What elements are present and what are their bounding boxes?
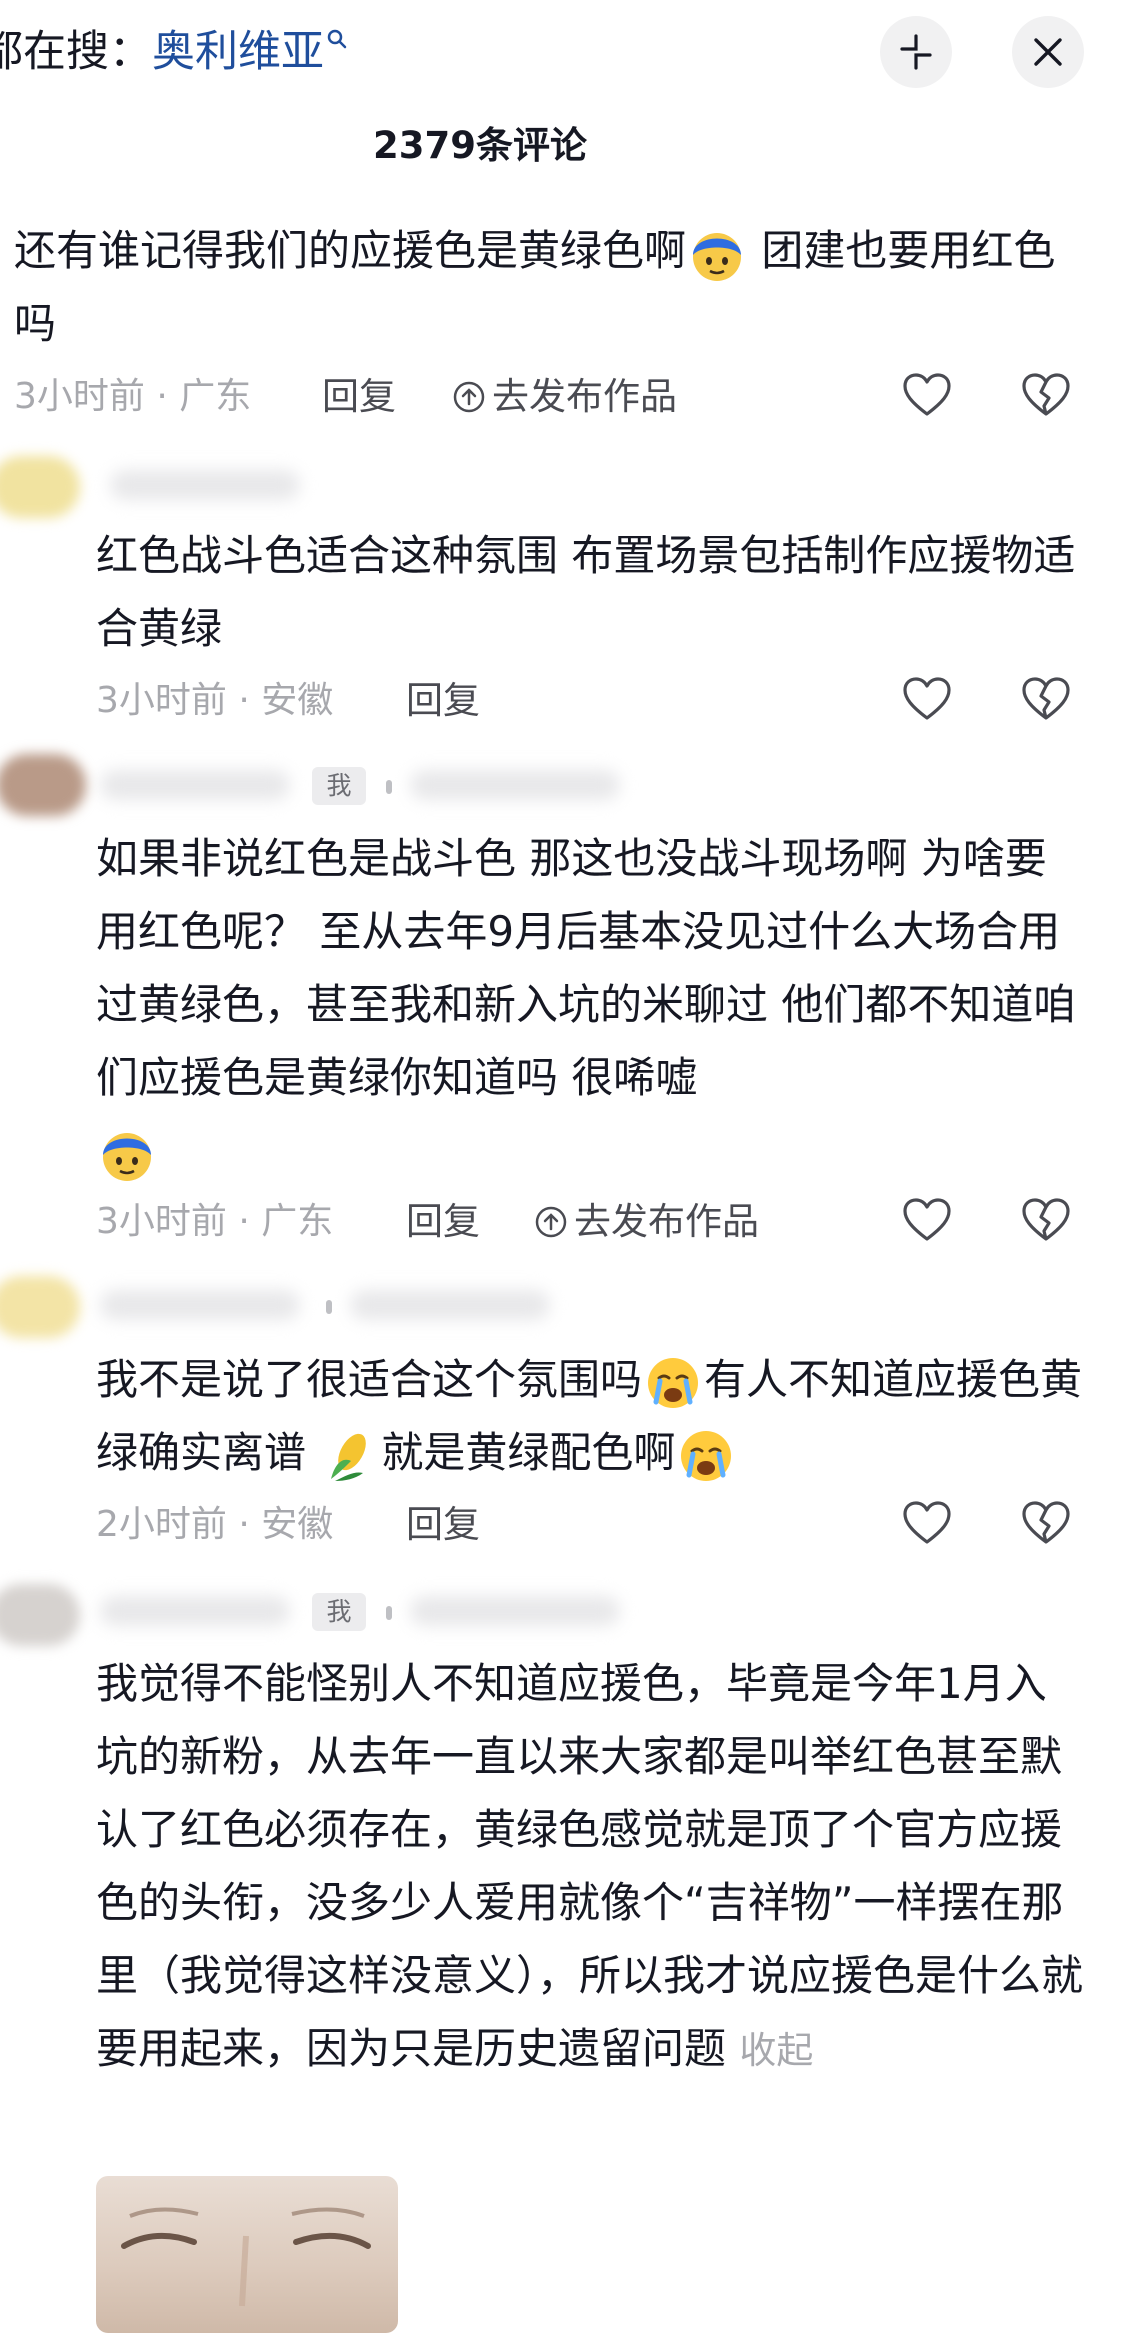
avatar[interactable] [0, 1276, 80, 1338]
comment-text[interactable]: 我觉得不能怪别人不知道应援色，毕竟是今年1月入坑的新粉，从去年一直以来大家都是叫… [96, 1647, 1086, 2087]
magnifier-icon [327, 29, 347, 49]
heart-outline-icon[interactable] [902, 1500, 952, 1546]
reply-arrow-icon [386, 780, 392, 794]
comment-time-location: 2小时前 · 安徽 [96, 1504, 334, 1545]
publish-label: 去发布作品 [574, 1200, 759, 1243]
author-name[interactable] [100, 770, 290, 800]
avatar[interactable] [0, 1584, 80, 1646]
author-name[interactable] [110, 470, 300, 500]
comment-text[interactable]: 红色战斗色适合这种氛围 布置场景包括制作应援物适合黄绿 [96, 519, 1086, 665]
reply-button[interactable]: 回复 [406, 676, 480, 726]
me-badge: 我 [312, 767, 366, 805]
top-bar: 都在搜：奥利维亚 [0, 0, 1121, 100]
heart-outline-icon[interactable] [902, 676, 952, 722]
corn-emoji [331, 1433, 367, 1481]
author-name[interactable] [100, 1290, 300, 1320]
collapse-button[interactable] [880, 16, 952, 88]
reply-button[interactable]: 回复 [406, 1197, 480, 1247]
broken-heart-icon[interactable] [1021, 372, 1071, 418]
comment-time-location: 3小时前 · 广东 [96, 1201, 334, 1242]
comment-text-part: 我觉得不能怪别人不知道应援色，毕竟是今年1月入坑的新粉，从去年一直以来大家都是叫… [96, 1659, 1084, 2073]
up-arrow-circle-icon [535, 1206, 567, 1238]
up-arrow-circle-icon [453, 381, 485, 413]
comment-count-title: 2379条评论 [373, 124, 587, 167]
comment-text-part: 我不是说了很适合这个氛围吗 [96, 1355, 643, 1404]
comment-text-part: 就是黄绿配色啊 [381, 1428, 676, 1477]
blue-hair-face-emoji [103, 1132, 151, 1181]
collapse-arrows-icon [900, 34, 932, 70]
comment-image[interactable] [96, 2176, 398, 2333]
reply-target-name[interactable] [350, 1290, 550, 1320]
search-term[interactable]: 奥利维亚 [152, 27, 324, 77]
reply-arrow-icon [326, 1300, 332, 1314]
broken-heart-icon[interactable] [1021, 1500, 1071, 1546]
reply-button[interactable]: 回复 [322, 372, 396, 422]
me-badge: 我 [312, 1593, 366, 1631]
collapse-text-button[interactable]: 收起 [739, 2029, 813, 2072]
comment-time-location: 3小时前 · 安徽 [96, 680, 334, 721]
reply-arrow-icon [386, 1606, 392, 1620]
blue-hair-face-emoji [693, 232, 742, 281]
comment-text[interactable]: 如果非说红色是战斗色 那这也没战斗现场啊 为啥要用红色呢？ 至从去年9月后基本没… [96, 822, 1086, 1187]
publish-button[interactable]: 去发布作品 [534, 1197, 759, 1247]
author-name[interactable] [100, 1596, 290, 1626]
publish-button[interactable]: 去发布作品 [452, 372, 677, 422]
reply-button[interactable]: 回复 [406, 1500, 480, 1550]
avatar[interactable] [0, 456, 80, 518]
broken-heart-icon[interactable] [1021, 1197, 1071, 1243]
heart-outline-icon[interactable] [902, 1197, 952, 1243]
avatar[interactable] [0, 754, 86, 816]
crying-face-emoji [681, 1430, 732, 1481]
comment-text-part: 还有谁记得我们的应援色是黄绿色啊 [14, 226, 687, 275]
broken-heart-icon[interactable] [1021, 676, 1071, 722]
comment-text-part: 如果非说红色是战斗色 那这也没战斗现场啊 为啥要用红色呢？ 至从去年9月后基本没… [96, 834, 1076, 1102]
face-photo-icon [121, 2207, 371, 2307]
comment-text[interactable]: 还有谁记得我们的应援色是黄绿色啊 团建也要用红色吗 [14, 214, 1094, 360]
close-icon [1034, 38, 1062, 66]
comment-text[interactable]: 我不是说了很适合这个氛围吗 有人不知道应援色黄绿确实离谱 就是黄绿配色啊 [96, 1343, 1086, 1489]
crying-face-emoji [648, 1357, 699, 1408]
search-prefix: 都在搜： [0, 27, 152, 77]
reply-target-name[interactable] [410, 1596, 620, 1626]
heart-outline-icon[interactable] [902, 372, 952, 418]
close-button[interactable] [1012, 16, 1084, 88]
search-suggestion[interactable]: 都在搜：奥利维亚 [0, 20, 348, 84]
publish-label: 去发布作品 [492, 375, 677, 418]
comment-time-location: 3小时前 · 广东 [14, 376, 252, 417]
reply-target-name[interactable] [410, 770, 620, 800]
